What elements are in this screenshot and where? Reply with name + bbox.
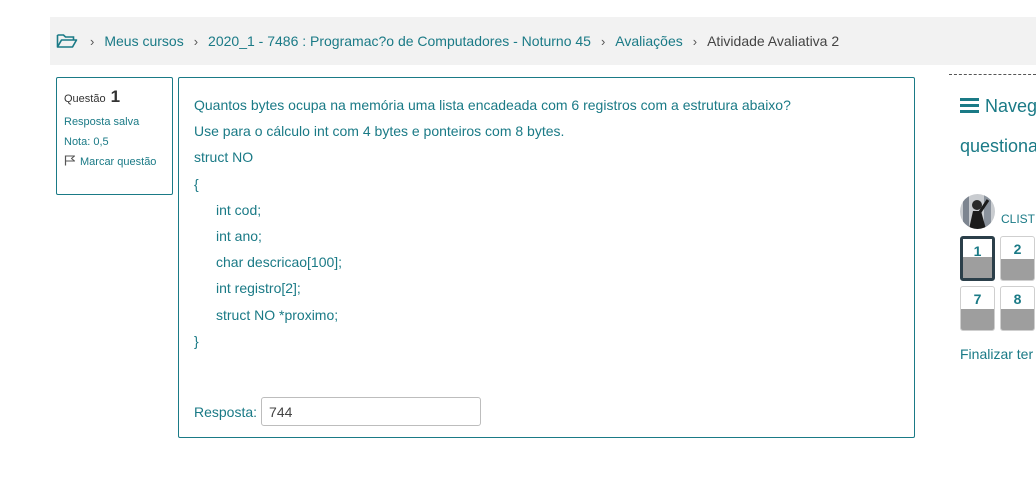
breadcrumb-assessments[interactable]: Avaliações <box>615 33 682 49</box>
question-info: Questão 1 Resposta salva Nota: 0,5 Marca… <box>56 77 173 195</box>
answer-row: Resposta: <box>194 397 482 426</box>
avatar <box>960 194 995 229</box>
flag-question-link[interactable]: Marcar questão <box>64 154 165 170</box>
code-field-line: int ano; <box>216 227 262 244</box>
code-field-line: int registro[2]; <box>216 280 301 297</box>
flag-label: Marcar questão <box>80 155 157 168</box>
question-state: Resposta salva <box>64 115 140 128</box>
code-line: { <box>194 175 199 192</box>
folder-open-icon[interactable] <box>56 32 78 50</box>
flag-icon <box>64 154 76 166</box>
answered-indicator <box>1001 259 1034 280</box>
menu-icon <box>960 96 979 113</box>
quiz-page: › Meus cursos › 2020_1 - 7486 : Programa… <box>0 0 1036 484</box>
breadcrumb-course[interactable]: 2020_1 - 7486 : Programac?o de Computado… <box>208 33 591 49</box>
question-content: Quantos bytes ocupa na memória uma lista… <box>178 77 915 438</box>
user-name: CLIST <box>1001 212 1036 226</box>
breadcrumb-separator: › <box>193 33 199 49</box>
nav-question-number: 1 <box>973 243 982 259</box>
question-number-value: 1 <box>110 87 121 106</box>
answered-indicator <box>1001 309 1034 330</box>
answered-indicator <box>961 309 994 330</box>
answer-input[interactable] <box>261 397 482 426</box>
breadcrumb-my-courses[interactable]: Meus cursos <box>104 33 183 49</box>
nav-question-button[interactable]: 8 <box>1000 286 1035 331</box>
nav-title-text: Naveg <box>985 96 1036 116</box>
nav-question-number: 8 <box>1013 291 1022 307</box>
question-text-line: Use para o cálculo int com 4 bytes e pon… <box>194 123 565 140</box>
question-label: Questão <box>64 93 106 105</box>
breadcrumb: › Meus cursos › 2020_1 - 7486 : Programa… <box>50 17 1036 65</box>
breadcrumb-separator: › <box>692 33 698 49</box>
nav-question-number: 2 <box>1013 241 1022 257</box>
code-field-line: char descricao[100]; <box>216 254 343 271</box>
breadcrumb-current: Atividade Avaliativa 2 <box>707 33 840 49</box>
breadcrumb-separator: › <box>600 33 606 49</box>
nav-question-button[interactable]: 7 <box>960 286 995 331</box>
answer-label: Resposta: <box>194 403 258 420</box>
divider <box>949 74 1036 75</box>
nav-title-continued: questiona <box>960 136 1036 156</box>
code-line: struct NO <box>194 149 254 166</box>
nav-question-number: 7 <box>973 291 982 307</box>
answered-indicator <box>963 257 992 278</box>
question-grade: Nota: 0,5 <box>64 136 109 148</box>
nav-title: Naveg <box>960 95 1036 117</box>
finish-attempt-link[interactable]: Finalizar ter <box>960 346 1033 362</box>
code-field-line: int cod; <box>216 201 262 218</box>
nav-question-button[interactable]: 1 <box>960 236 995 281</box>
quiz-navigation: Naveg questiona CLIST 1 2 7 8 Finalizar … <box>949 74 1036 374</box>
question-text-line: Quantos bytes ocupa na memória uma lista… <box>194 97 791 113</box>
question-number: Questão 1 <box>64 84 165 110</box>
nav-question-button[interactable]: 2 <box>1000 236 1035 281</box>
breadcrumb-separator: › <box>90 33 95 49</box>
code-line: } <box>194 332 199 349</box>
code-field-line: struct NO *proximo; <box>216 306 339 323</box>
